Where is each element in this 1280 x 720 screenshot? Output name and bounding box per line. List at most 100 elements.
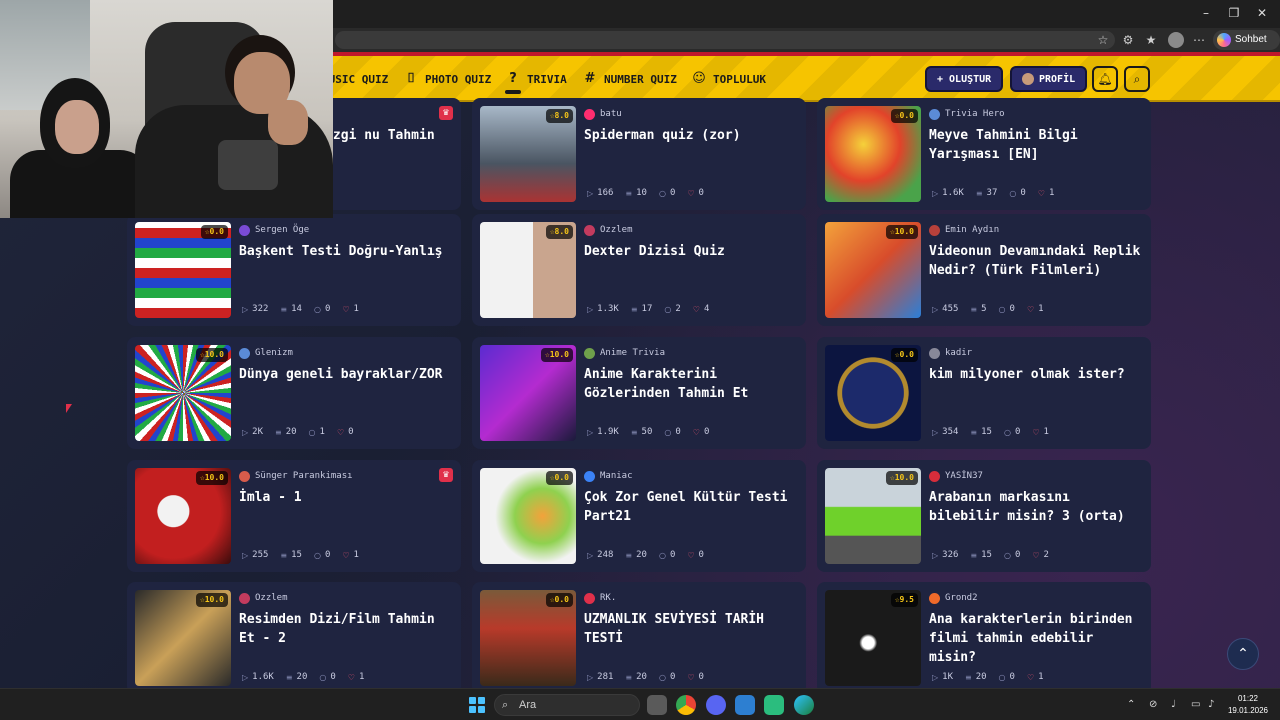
edge-icon[interactable] <box>794 695 814 715</box>
extensions-icon[interactable]: ⚙ <box>1120 32 1136 48</box>
quiz-title[interactable]: Resimden Dizi/Film Tahmin Et - 2 <box>239 610 457 648</box>
maximize-icon[interactable]: ❐ <box>1227 5 1241 21</box>
quiz-card[interactable]: ☆8.0 Ozzlem Dexter Dizisi Quiz ▷ 1.3K ≡ 17 ○ 2 ♡ 4 <box>472 214 806 326</box>
quiz-thumbnail[interactable]: ☆0.0 <box>825 345 921 441</box>
stat-likes[interactable]: ♡ 0 <box>687 550 704 560</box>
stat-likes[interactable]: ♡ 0 <box>687 188 704 198</box>
quiz-title[interactable]: Spiderman quiz (zor) <box>584 126 802 145</box>
quiz-title[interactable]: kim milyoner olmak ister? <box>929 365 1147 384</box>
quiz-title[interactable]: Anime Karakterini Gözlerinden Tahmin Et <box>584 365 802 403</box>
stat-likes[interactable]: ♡ 4 <box>693 304 710 314</box>
quiz-thumbnail[interactable]: ☆0.0 <box>480 468 576 564</box>
quiz-author[interactable]: Glenizm <box>239 347 293 359</box>
stat-likes[interactable]: ♡ 0 <box>687 672 704 682</box>
network-icon[interactable]: ⊘ <box>1149 697 1157 713</box>
quiz-author[interactable]: Emin Aydın <box>929 224 999 236</box>
quiz-author[interactable]: Ozzlem <box>239 592 288 604</box>
quiz-author[interactable]: Ozzlem <box>584 224 633 236</box>
stat-likes[interactable]: ♡ 1 <box>342 550 359 560</box>
quiz-title[interactable]: Çok Zor Genel Kültür Testi Part21 <box>584 488 802 526</box>
stat-likes[interactable]: ♡ 0 <box>337 427 354 437</box>
quiz-card[interactable]: ☆10.0 Glenizm Dünya geneli bayraklar/ZOR ▷ 2… <box>127 337 461 449</box>
quiz-card[interactable]: ☆10.0 Anime Trivia Anime Karakterini Gözle… <box>472 337 806 449</box>
stat-likes[interactable]: ♡ 2 <box>1032 550 1049 560</box>
quiz-title[interactable]: Dünya geneli bayraklar/ZOR <box>239 365 457 384</box>
profile-avatar-icon[interactable] <box>1168 32 1184 48</box>
nav-item-number-quiz[interactable]: # NUMBER QUIZ <box>582 69 677 89</box>
discord-icon[interactable] <box>706 695 726 715</box>
quiz-author[interactable]: Grond2 <box>929 592 978 604</box>
quiz-thumbnail[interactable]: ☆10.0 <box>825 222 921 318</box>
quiz-card[interactable]: ☆0.0 kadir kim milyoner olmak ister? ▷ 354 ≡ 1… <box>817 337 1151 449</box>
quiz-author[interactable]: kadir <box>929 347 972 359</box>
stat-likes[interactable]: ♡ 1 <box>348 672 365 682</box>
microphone-icon[interactable]: ♩ <box>1171 697 1176 713</box>
quiz-author[interactable]: Anime Trivia <box>584 347 665 359</box>
chrome-icon[interactable] <box>676 695 696 715</box>
quiz-thumbnail[interactable]: ☆8.0 <box>480 106 576 202</box>
windows-start-icon[interactable] <box>469 697 485 713</box>
quiz-card[interactable]: ☆8.0 batu Spiderman quiz (zor) ▷ 166 ≡ 10 ○ 0 ♡ 0 <box>472 98 806 210</box>
quiz-author[interactable]: YASİN37 <box>929 470 983 482</box>
display-icon[interactable]: ▭ <box>1191 697 1200 713</box>
stat-likes[interactable]: ♡ 1 <box>1032 427 1049 437</box>
quiz-card[interactable]: ☆9.5 Grond2 Ana karakterlerin birinden fil… <box>817 582 1151 688</box>
quiz-title[interactable]: Videonun Devamındaki Replik Nedir? (Türk… <box>929 242 1147 280</box>
quiz-card[interactable]: ☆0.0 Maniac Çok Zor Genel Kültür Testi Par… <box>472 460 806 572</box>
tray-chevron-icon[interactable]: ⌃ <box>1127 697 1135 713</box>
profile-button[interactable]: PROFİL <box>1010 66 1088 92</box>
app-icon[interactable] <box>764 695 784 715</box>
settings-app-icon[interactable] <box>735 695 755 715</box>
task-view-icon[interactable] <box>647 695 667 715</box>
create-button[interactable]: + OLUŞTUR <box>925 66 1004 92</box>
quiz-card[interactable]: ☆10.0 Ozzlem Resimden Dizi/Film Tahmin Et … <box>127 582 461 688</box>
quiz-card[interactable]: ☆10.0 Sünger Parankiması İmla - 1 ♛ ▷ 255 ≡ 15 ○… <box>127 460 461 572</box>
quiz-thumbnail[interactable]: ☆10.0 <box>135 590 231 686</box>
taskbar-search-input[interactable]: ⌕ Ara <box>494 694 640 716</box>
quiz-thumbnail[interactable]: ☆10.0 <box>135 468 231 564</box>
notifications-bell-icon[interactable]: 🔔︎ <box>1092 66 1118 92</box>
quiz-title[interactable]: Dexter Dizisi Quiz <box>584 242 802 261</box>
minimize-icon[interactable]: – <box>1199 5 1213 21</box>
quiz-title[interactable]: UZMANLIK SEVİYESİ TARİH TESTİ <box>584 610 802 648</box>
quiz-card[interactable]: ☆10.0 Emin Aydın Videonun Devamındaki Repl… <box>817 214 1151 326</box>
quiz-title[interactable]: Başkent Testi Doğru-Yanlış <box>239 242 457 261</box>
stat-likes[interactable]: ♡ 0 <box>693 427 710 437</box>
scroll-to-top-button[interactable]: ⌃ <box>1227 638 1259 670</box>
quiz-thumbnail[interactable]: ☆0.0 <box>135 222 231 318</box>
quiz-author[interactable]: Maniac <box>584 470 633 482</box>
quiz-author[interactable]: RK. <box>584 592 616 604</box>
stat-likes[interactable]: ♡ 1 <box>342 304 359 314</box>
quiz-title[interactable]: Arabanın markasını bilebilir misin? 3 (o… <box>929 488 1147 526</box>
system-clock[interactable]: 01:22 19.01.2026 <box>1226 693 1270 717</box>
quiz-author[interactable]: Trivia Hero <box>929 108 1005 120</box>
quiz-card[interactable]: ☆0.0 Trivia Hero Meyve Tahmini Bilgi Yarış… <box>817 98 1151 210</box>
stat-likes[interactable]: ♡ 1 <box>1027 304 1044 314</box>
stat-likes[interactable]: ♡ 1 <box>1027 672 1044 682</box>
nav-item-topluluk[interactable]: ☺ TOPLULUK <box>691 69 766 89</box>
search-icon[interactable]: ⌕ <box>1124 66 1150 92</box>
quiz-thumbnail[interactable]: ☆10.0 <box>825 468 921 564</box>
quiz-thumbnail[interactable]: ☆0.0 <box>480 590 576 686</box>
quiz-thumbnail[interactable]: ☆8.0 <box>480 222 576 318</box>
stat-likes[interactable]: ♡ 1 <box>1038 188 1055 198</box>
more-options-icon[interactable]: ⋯ <box>1191 32 1207 48</box>
quiz-card[interactable]: ☆0.0 Sergen Öge Başkent Testi Doğru-Yanlış… <box>127 214 461 326</box>
address-input[interactable] <box>335 31 1115 49</box>
favorites-icon[interactable]: ★ <box>1143 32 1159 48</box>
quiz-author[interactable]: Sünger Parankiması <box>239 470 353 482</box>
nav-item-trivia[interactable]: ? TRIVIA <box>505 69 567 89</box>
quiz-thumbnail[interactable]: ☆0.0 <box>825 106 921 202</box>
quiz-title[interactable]: Meyve Tahmini Bilgi Yarışması [EN] <box>929 126 1147 164</box>
quiz-thumbnail[interactable]: ☆9.5 <box>825 590 921 686</box>
close-icon[interactable]: ✕ <box>1255 5 1269 21</box>
quiz-card[interactable]: ☆0.0 RK. UZMANLIK SEVİYESİ TARİH TESTİ ▷ 281… <box>472 582 806 688</box>
quiz-card[interactable]: ☆10.0 YASİN37 Arabanın markasını bilebilir… <box>817 460 1151 572</box>
quiz-title[interactable]: Ana karakterlerin birinden filmi tahmin … <box>929 610 1147 667</box>
quiz-thumbnail[interactable]: ☆10.0 <box>135 345 231 441</box>
quiz-thumbnail[interactable]: ☆10.0 <box>480 345 576 441</box>
copilot-chat-button[interactable]: Sohbet et <box>1213 30 1280 65</box>
volume-icon[interactable]: ♪ <box>1208 697 1214 713</box>
nav-item-photo-quiz[interactable]: ⌷ PHOTO QUIZ <box>403 69 491 89</box>
quiz-author[interactable]: Sergen Öge <box>239 224 309 236</box>
